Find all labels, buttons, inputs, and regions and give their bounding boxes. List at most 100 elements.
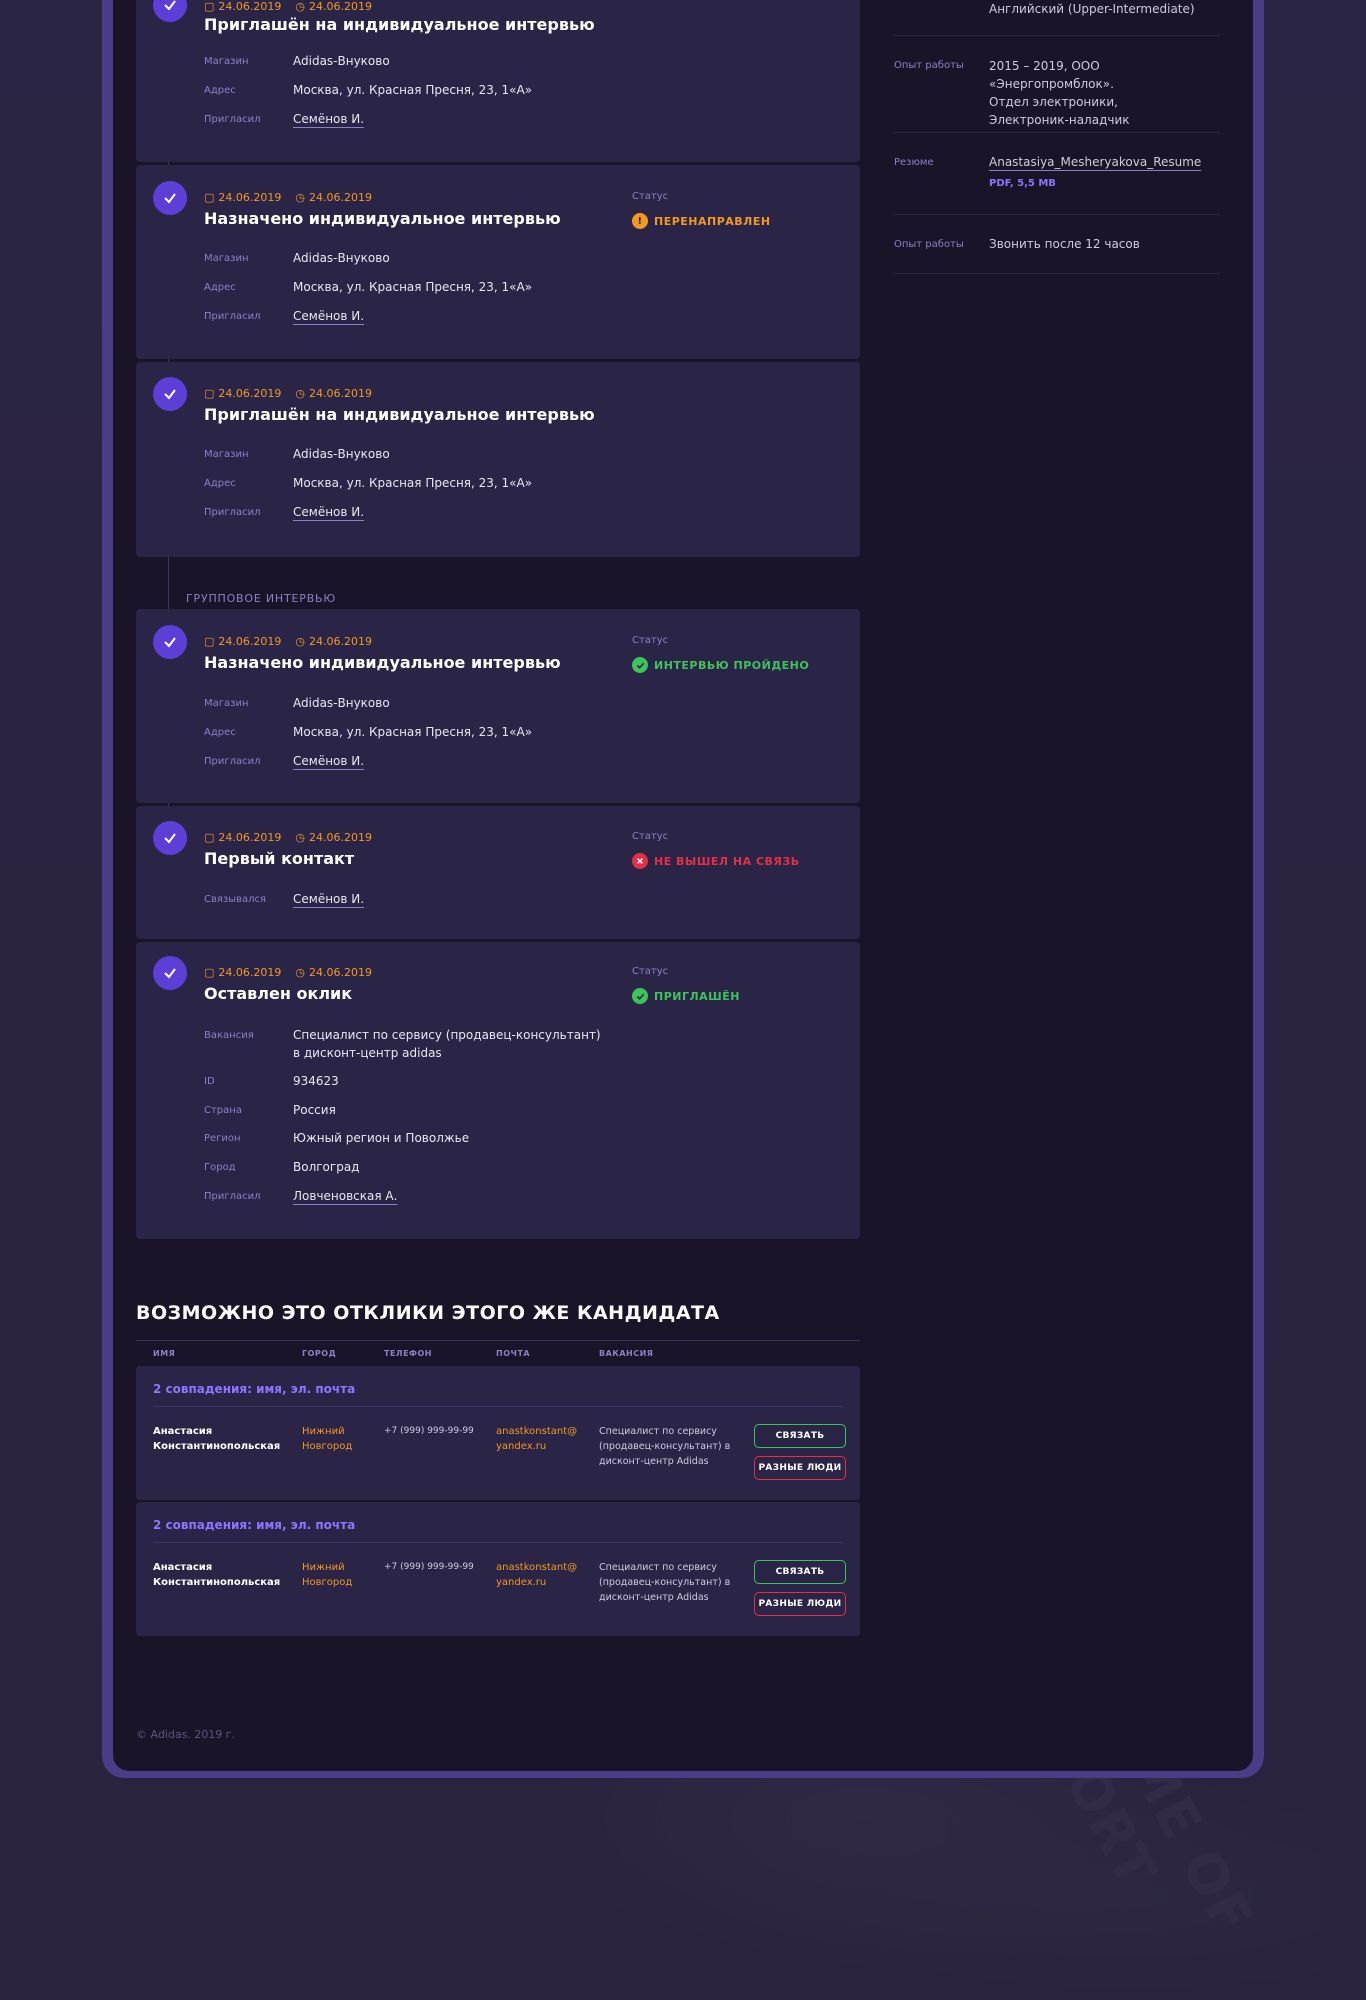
check-icon [153, 0, 187, 22]
field-label: Пригласил [204, 114, 261, 125]
vacancy-line: Специалист по сервису [599, 1562, 717, 1573]
field-label: Город [204, 1162, 236, 1173]
card-title: Первый контакт [204, 849, 355, 868]
card-meta: ▢ 24.06.2019 ◷ 24.06.2019 [204, 387, 372, 400]
x-circle-icon [632, 853, 648, 869]
candidate-phone: +7 (999) 999-99-99 [384, 1562, 474, 1572]
experience-line: Электроник-наладчик [989, 113, 1130, 127]
timeline-card: ▢ 24.06.2019 ◷ 24.06.2019 Назначено индиви… [136, 165, 860, 359]
background-image: HOME OF SPORT [560, 1653, 1320, 2000]
candidate-name: Анастасия Константинопольская [153, 1560, 280, 1590]
group-interview-label: ГРУППОВОЕ ИНТЕРВЬЮ [186, 592, 337, 605]
email-line: yandex.ru [496, 1441, 547, 1452]
field-value: Москва, ул. Красная Пресня, 23, 1«А» [293, 83, 533, 97]
inviter-link[interactable]: Ловченовская А. [293, 1187, 397, 1205]
match-summary: 2 совпадения: имя, эл. почта [153, 1518, 356, 1532]
timeline-card: ▢ 24.06.2019 ◷ 24.06.2019 Первый контакт С… [136, 806, 860, 939]
city-line: Нижний [302, 1562, 345, 1573]
timeline-card: ▢ 24.06.2019 ◷ 24.06.2019 Оставлен оклик С… [136, 942, 860, 1239]
city-line: Новгород [302, 1441, 353, 1452]
field-label: Пригласил [204, 756, 261, 767]
status-badge: НЕ ВЫШЕЛ НА СВЯЗЬ [632, 853, 800, 869]
clock-icon: ◷ [295, 387, 305, 400]
experience-line: 2015 – 2019, ООО «Энергопромблок». [989, 59, 1114, 91]
field-value: Волгоград [293, 1160, 360, 1174]
field-value: 934623 [293, 1074, 339, 1088]
inviter-link[interactable]: Семёнов И. [293, 307, 364, 325]
card-time: 24.06.2019 [309, 635, 372, 648]
different-people-button[interactable]: РАЗНЫЕ ЛЮДИ [754, 1456, 846, 1480]
status-badge: ИНТЕРВЬЮ ПРОЙДЕНО [632, 657, 809, 673]
field-label: Магазин [204, 56, 249, 67]
card-time: 24.06.2019 [309, 966, 372, 979]
status-label: Статус [632, 966, 669, 977]
footer-copyright: © Adidas. 2019 г. [136, 1728, 236, 1741]
field-value: Adidas-Внуково [293, 696, 390, 710]
status-badge: ! ПЕРЕНАПРАВЛЕН [632, 213, 771, 229]
field-label: Адрес [204, 727, 236, 738]
field-label: Пригласил [204, 507, 261, 518]
card-date: 24.06.2019 [218, 0, 282, 13]
card-time: 24.06.2019 [309, 831, 372, 844]
card-title: Назначено индивидуальное интервью [204, 209, 561, 228]
timeline-card: ▢ 24.06.2019 ◷ 24.06.2019 Назначено индиви… [136, 609, 860, 803]
column-header-city: ГОРОД [302, 1349, 337, 1358]
card-title: Приглашён на индивидуальное интервью [204, 405, 595, 424]
field-label: Пригласил [204, 1191, 261, 1202]
field-label: Адрес [204, 478, 236, 489]
calendar-icon: ▢ [204, 966, 215, 979]
card-meta: ▢ 24.06.2019 ◷ 24.06.2019 [204, 0, 372, 13]
status-text: ПЕРЕНАПРАВЛЕН [654, 214, 771, 228]
field-label: Пригласил [204, 311, 261, 322]
card-meta: ▢ 24.06.2019 ◷ 24.06.2019 [204, 831, 372, 844]
resume-link[interactable]: Anastasiya_Mesheryakova_Resume [989, 153, 1201, 171]
card-date: 24.06.2019 [218, 387, 282, 400]
calendar-icon: ▢ [204, 0, 215, 13]
different-people-button[interactable]: РАЗНЫЕ ЛЮДИ [754, 1592, 846, 1616]
name-line: Константинопольская [153, 1441, 281, 1452]
email-line: yandex.ru [496, 1577, 547, 1588]
calendar-icon: ▢ [204, 191, 215, 204]
vacancy-line: дисконт-центр Adidas [599, 1456, 709, 1467]
status-label: Статус [632, 191, 669, 202]
experience-label: Опыт работы [894, 60, 964, 71]
inviter-link[interactable]: Семёнов И. [293, 503, 364, 521]
vacancy-line: Специалист по сервису [599, 1426, 717, 1437]
name-line: Анастасия [153, 1426, 213, 1437]
field-label: Магазин [204, 449, 249, 460]
field-label: Регион [204, 1133, 241, 1144]
status-text: ПРИГЛАШЁН [654, 989, 740, 1003]
card-title: Оставлен оклик [204, 984, 353, 1003]
candidate-phone: +7 (999) 999-99-99 [384, 1426, 474, 1436]
field-label: Адрес [204, 85, 236, 96]
note-label: Опыт работы [894, 239, 964, 250]
inviter-link[interactable]: Семёнов И. [293, 110, 364, 128]
status-text: НЕ ВЫШЕЛ НА СВЯЗЬ [654, 854, 800, 868]
link-button[interactable]: СВЯЗАТЬ [754, 1424, 846, 1448]
link-button[interactable]: СВЯЗАТЬ [754, 1560, 846, 1584]
card-date: 24.06.2019 [218, 966, 282, 979]
table-header: ИМЯ ГОРОД ТЕЛЕФОН ПОЧТА ВАКАНСИЯ [136, 1340, 860, 1364]
profile-row: Опыт работы 2015 – 2019, ООО «Энергопром… [894, 36, 1220, 133]
field-label: Магазин [204, 698, 249, 709]
field-value: Москва, ул. Красная Пресня, 23, 1«А» [293, 476, 533, 490]
clock-icon: ◷ [295, 635, 305, 648]
resume-meta: PDF, 5,5 MB [989, 178, 1056, 189]
email-line: anastkonstant@ [496, 1426, 578, 1437]
language-value: Английский (Upper-Intermediate) [989, 2, 1195, 16]
calendar-icon: ▢ [204, 635, 215, 648]
field-label: Связывался [204, 894, 267, 905]
name-line: Анастасия [153, 1562, 213, 1573]
card-time: 24.06.2019 [309, 0, 372, 13]
field-label: Адрес [204, 282, 236, 293]
contact-link[interactable]: Семёнов И. [293, 890, 364, 908]
card-date: 24.06.2019 [218, 191, 282, 204]
field-value: Adidas-Внуково [293, 251, 390, 265]
column-header-email: ПОЧТА [496, 1349, 531, 1358]
status-text: ИНТЕРВЬЮ ПРОЙДЕНО [654, 658, 810, 672]
check-circle-icon [632, 988, 648, 1004]
card-meta: ▢ 24.06.2019 ◷ 24.06.2019 [204, 966, 372, 979]
inviter-link[interactable]: Семёнов И. [293, 752, 364, 770]
check-icon [153, 181, 187, 215]
candidate-vacancy: Специалист по сервису (продавец-консульт… [599, 1560, 730, 1605]
